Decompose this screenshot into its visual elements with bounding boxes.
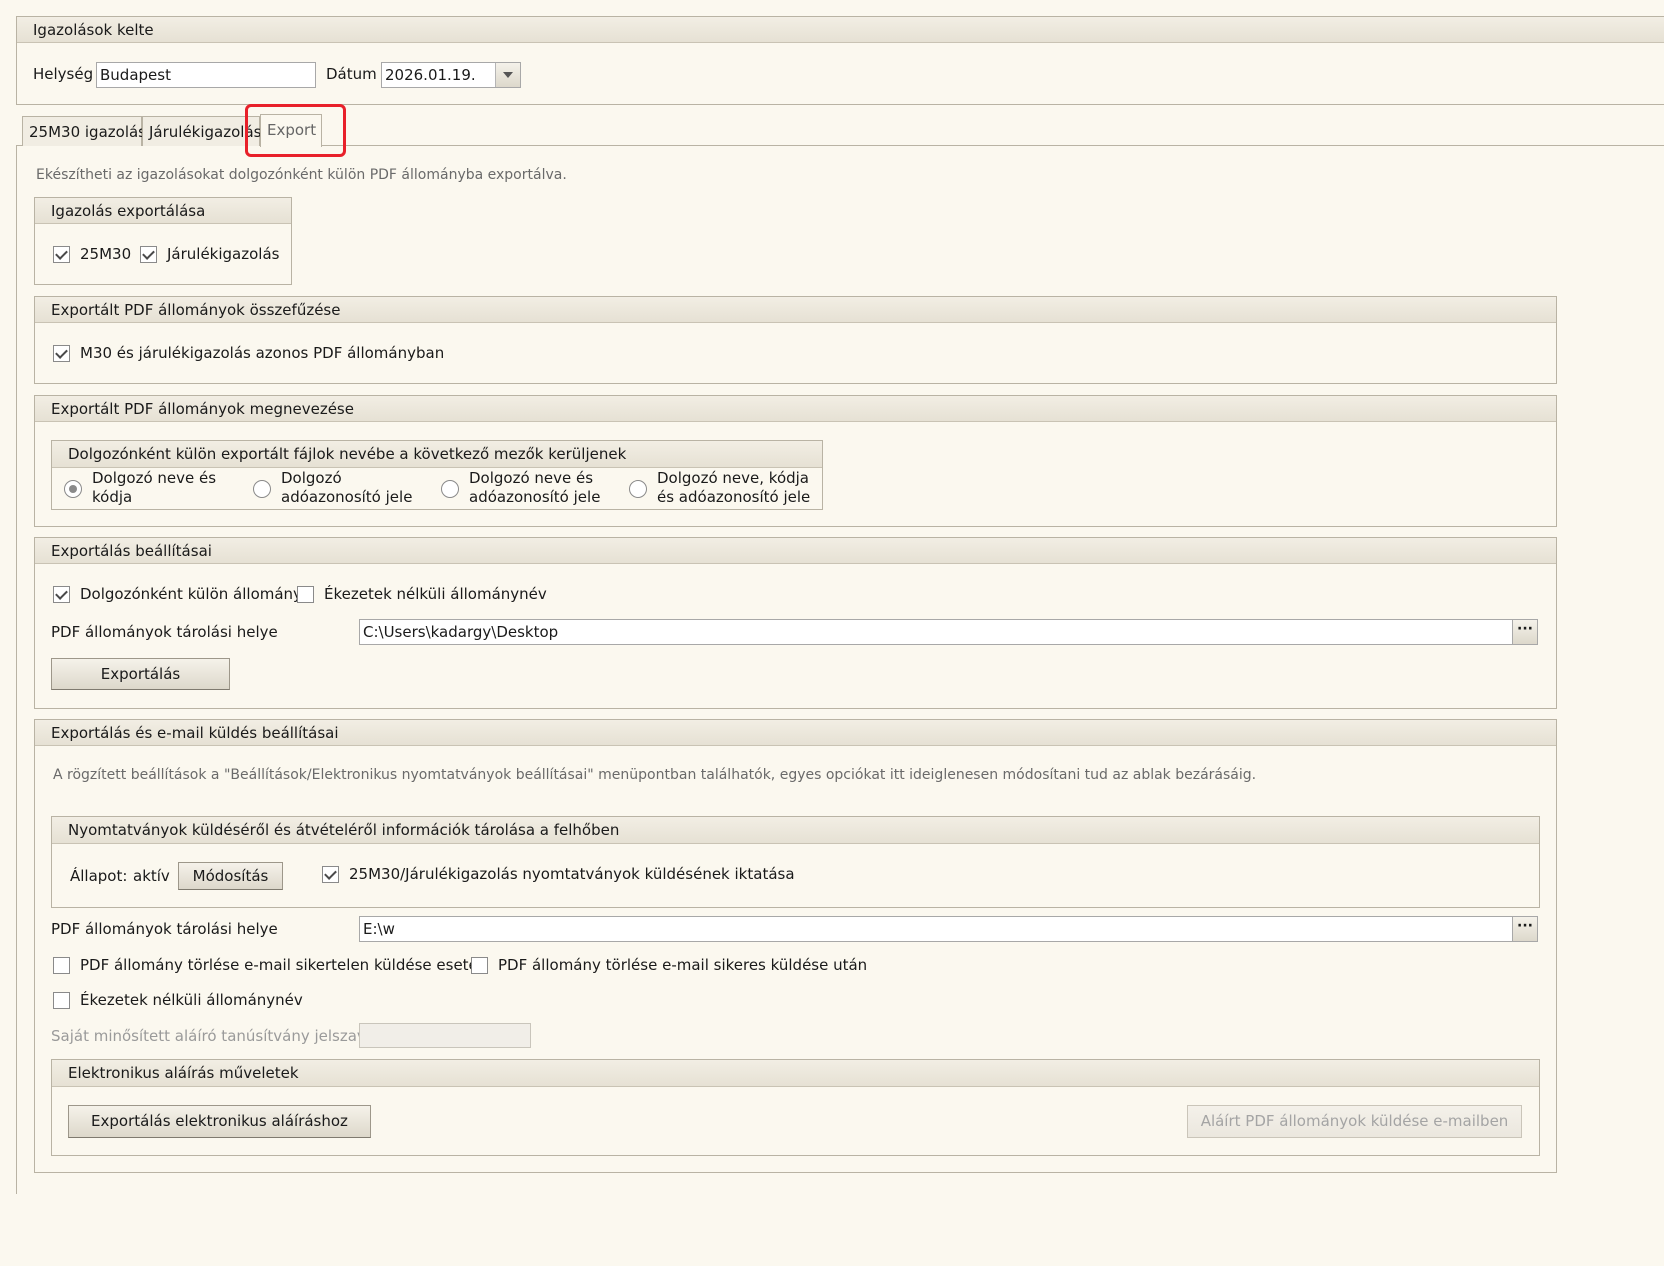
place-input[interactable]: Budapest [96,62,316,88]
tab-25m30[interactable]: 25M30 igazolás [22,116,146,146]
radio-tax-id-label: Dolgozó adóazonosító jele [281,469,413,506]
cert-password-input[interactable] [359,1023,531,1048]
export-type-group-title: Igazolás exportálása [35,198,291,224]
tab-page-left-border [16,146,17,1194]
pdf-path-label: PDF állományok tárolási helye [51,623,278,641]
radio-name-and-code[interactable] [64,480,82,498]
email-settings-info: A rögzített beállítások a "Beállítások/E… [53,767,1257,783]
cert-password-label: Saját minősített aláíró tanúsítvány jels… [51,1027,375,1045]
send-signed-pdf-button[interactable]: Aláírt PDF állományok küldése e-mailben [1187,1105,1522,1138]
cloud-status-value: aktív [133,867,170,885]
checkbox-email-no-accent-label: Ékezetek nélküli állománynév [80,991,303,1009]
merge-group-title: Exportált PDF állományok összefűzése [35,297,1556,323]
tab-highlight [245,104,346,157]
pdf-path-input[interactable]: C:\Users\kadargy\Desktop [359,619,1513,645]
tab-jarulekigazolas[interactable]: Járulékigazolás [142,116,261,146]
checkbox-per-employee-file[interactable] [53,586,70,603]
dates-group-title: Igazolások kelte [17,17,1664,43]
radio-name-and-code-label: Dolgozó neve és kódja [92,469,217,506]
email-pdf-path-label: PDF állományok tárolási helye [51,920,278,938]
place-label: Helység [33,65,94,83]
radio-name-and-tax-id[interactable] [441,480,459,498]
checkbox-jarulekigazolas[interactable] [140,246,157,263]
checkbox-email-no-accent[interactable] [53,992,70,1009]
radio-name-and-tax-id-label: Dolgozó neve és adóazonosító jele [469,469,601,506]
export-button[interactable]: Exportálás [51,658,230,690]
radio-name-code-tax-id-label: Dolgozó neve, kódja és adóazonosító jele [657,469,811,506]
cloud-status-label: Állapot: [70,867,128,885]
radio-tax-id[interactable] [253,480,271,498]
checkbox-merge-pdf[interactable] [53,345,70,362]
checkbox-jarulekigazolas-label: Járulékigazolás [167,245,280,263]
checkbox-delete-on-fail[interactable] [53,957,70,974]
email-settings-group-title: Exportálás és e-mail küldés beállításai [35,720,1556,746]
chevron-down-icon [503,72,513,78]
export-for-signature-button[interactable]: Exportálás elektronikus aláíráshoz [68,1105,371,1138]
checkbox-merge-pdf-label: M30 és járulékigazolás azonos PDF állomá… [80,344,445,362]
cloud-group-title: Nyomtatványok küldéséről és átvételéről … [52,817,1539,844]
checkbox-delete-on-success[interactable] [471,957,488,974]
signature-group-title: Elektronikus aláírás műveletek [52,1060,1539,1087]
checkbox-delete-on-fail-label: PDF állomány törlése e-mail sikertelen k… [80,956,488,974]
checkbox-25m30-label: 25M30 [80,245,132,263]
checkbox-per-employee-file-label: Dolgozónként külön állomány [80,585,302,603]
checkbox-25m30[interactable] [53,246,70,263]
checkbox-no-accent-filename[interactable] [297,586,314,603]
checkbox-registry-sending-label: 25M30/Járulékigazolás nyomtatványok küld… [349,865,795,883]
checkbox-registry-sending[interactable] [322,866,339,883]
pdf-path-browse-button[interactable]: ··· [1512,619,1538,645]
checkbox-delete-on-success-label: PDF állomány törlése e-mail sikeres küld… [498,956,868,974]
naming-group-title: Exportált PDF állományok megnevezése [35,396,1556,422]
export-description: Ekészítheti az igazolásokat dolgozónként… [36,167,567,183]
email-pdf-path-input[interactable]: E:\w [359,916,1513,942]
export-settings-group-title: Exportálás beállításai [35,538,1556,564]
radio-name-code-tax-id[interactable] [629,480,647,498]
naming-subgroup-title: Dolgozónként külön exportált fájlok nevé… [52,441,822,468]
checkbox-no-accent-filename-label: Ékezetek nélküli állománynév [324,585,547,603]
email-pdf-path-browse-button[interactable]: ··· [1512,916,1538,942]
date-dropdown-button[interactable] [495,63,520,87]
date-label: Dátum [326,65,377,83]
cloud-modify-button[interactable]: Módosítás [178,862,283,890]
